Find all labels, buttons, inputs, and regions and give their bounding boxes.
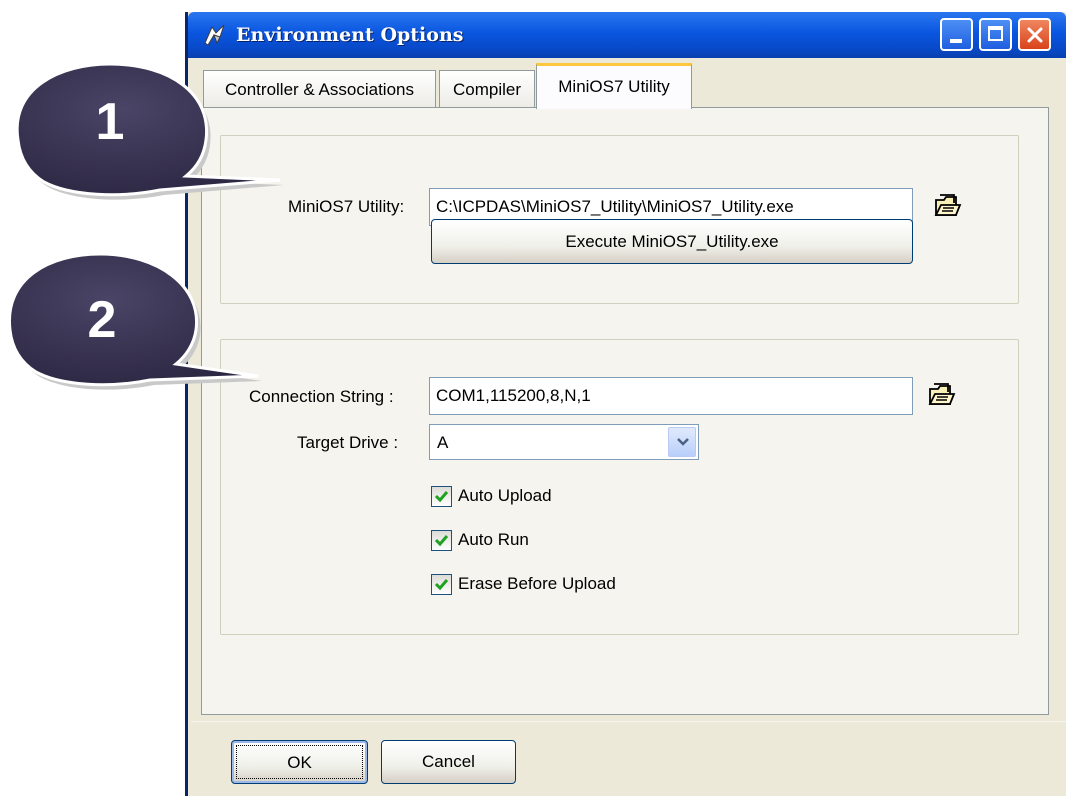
callout-number-2: 2	[87, 291, 117, 349]
callout-overlay	[8, 62, 284, 390]
callout-number-1: 1	[95, 93, 125, 151]
callout-bubble-1	[15, 62, 284, 200]
